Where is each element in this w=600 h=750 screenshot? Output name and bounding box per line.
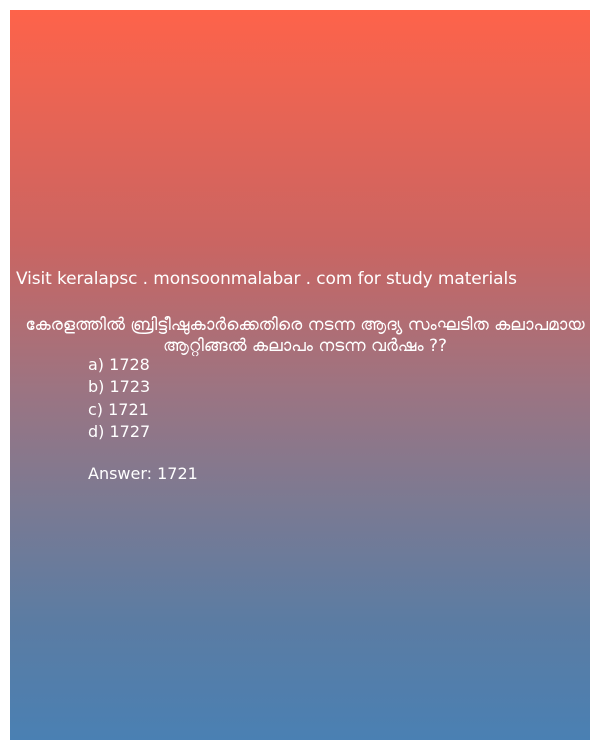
option-b: b) 1723 xyxy=(88,377,151,397)
question-text: കേരളത്തിൽ ബ്രിട്ടീഷുകാർക്കെതിരെ നടന്ന ആദ… xyxy=(25,315,585,356)
options-list: a) 1728 b) 1723 c) 1721 d) 1727 xyxy=(88,354,150,443)
site-promo-text: Visit keralapsc . monsoonmalabar . com f… xyxy=(16,269,517,289)
option-d: d) 1727 xyxy=(88,421,151,441)
quiz-card: Visit keralapsc . monsoonmalabar . com f… xyxy=(10,10,590,740)
option-c: c) 1721 xyxy=(88,399,149,419)
option-a: a) 1728 xyxy=(88,355,150,374)
answer-text: Answer: 1721 xyxy=(88,464,198,483)
